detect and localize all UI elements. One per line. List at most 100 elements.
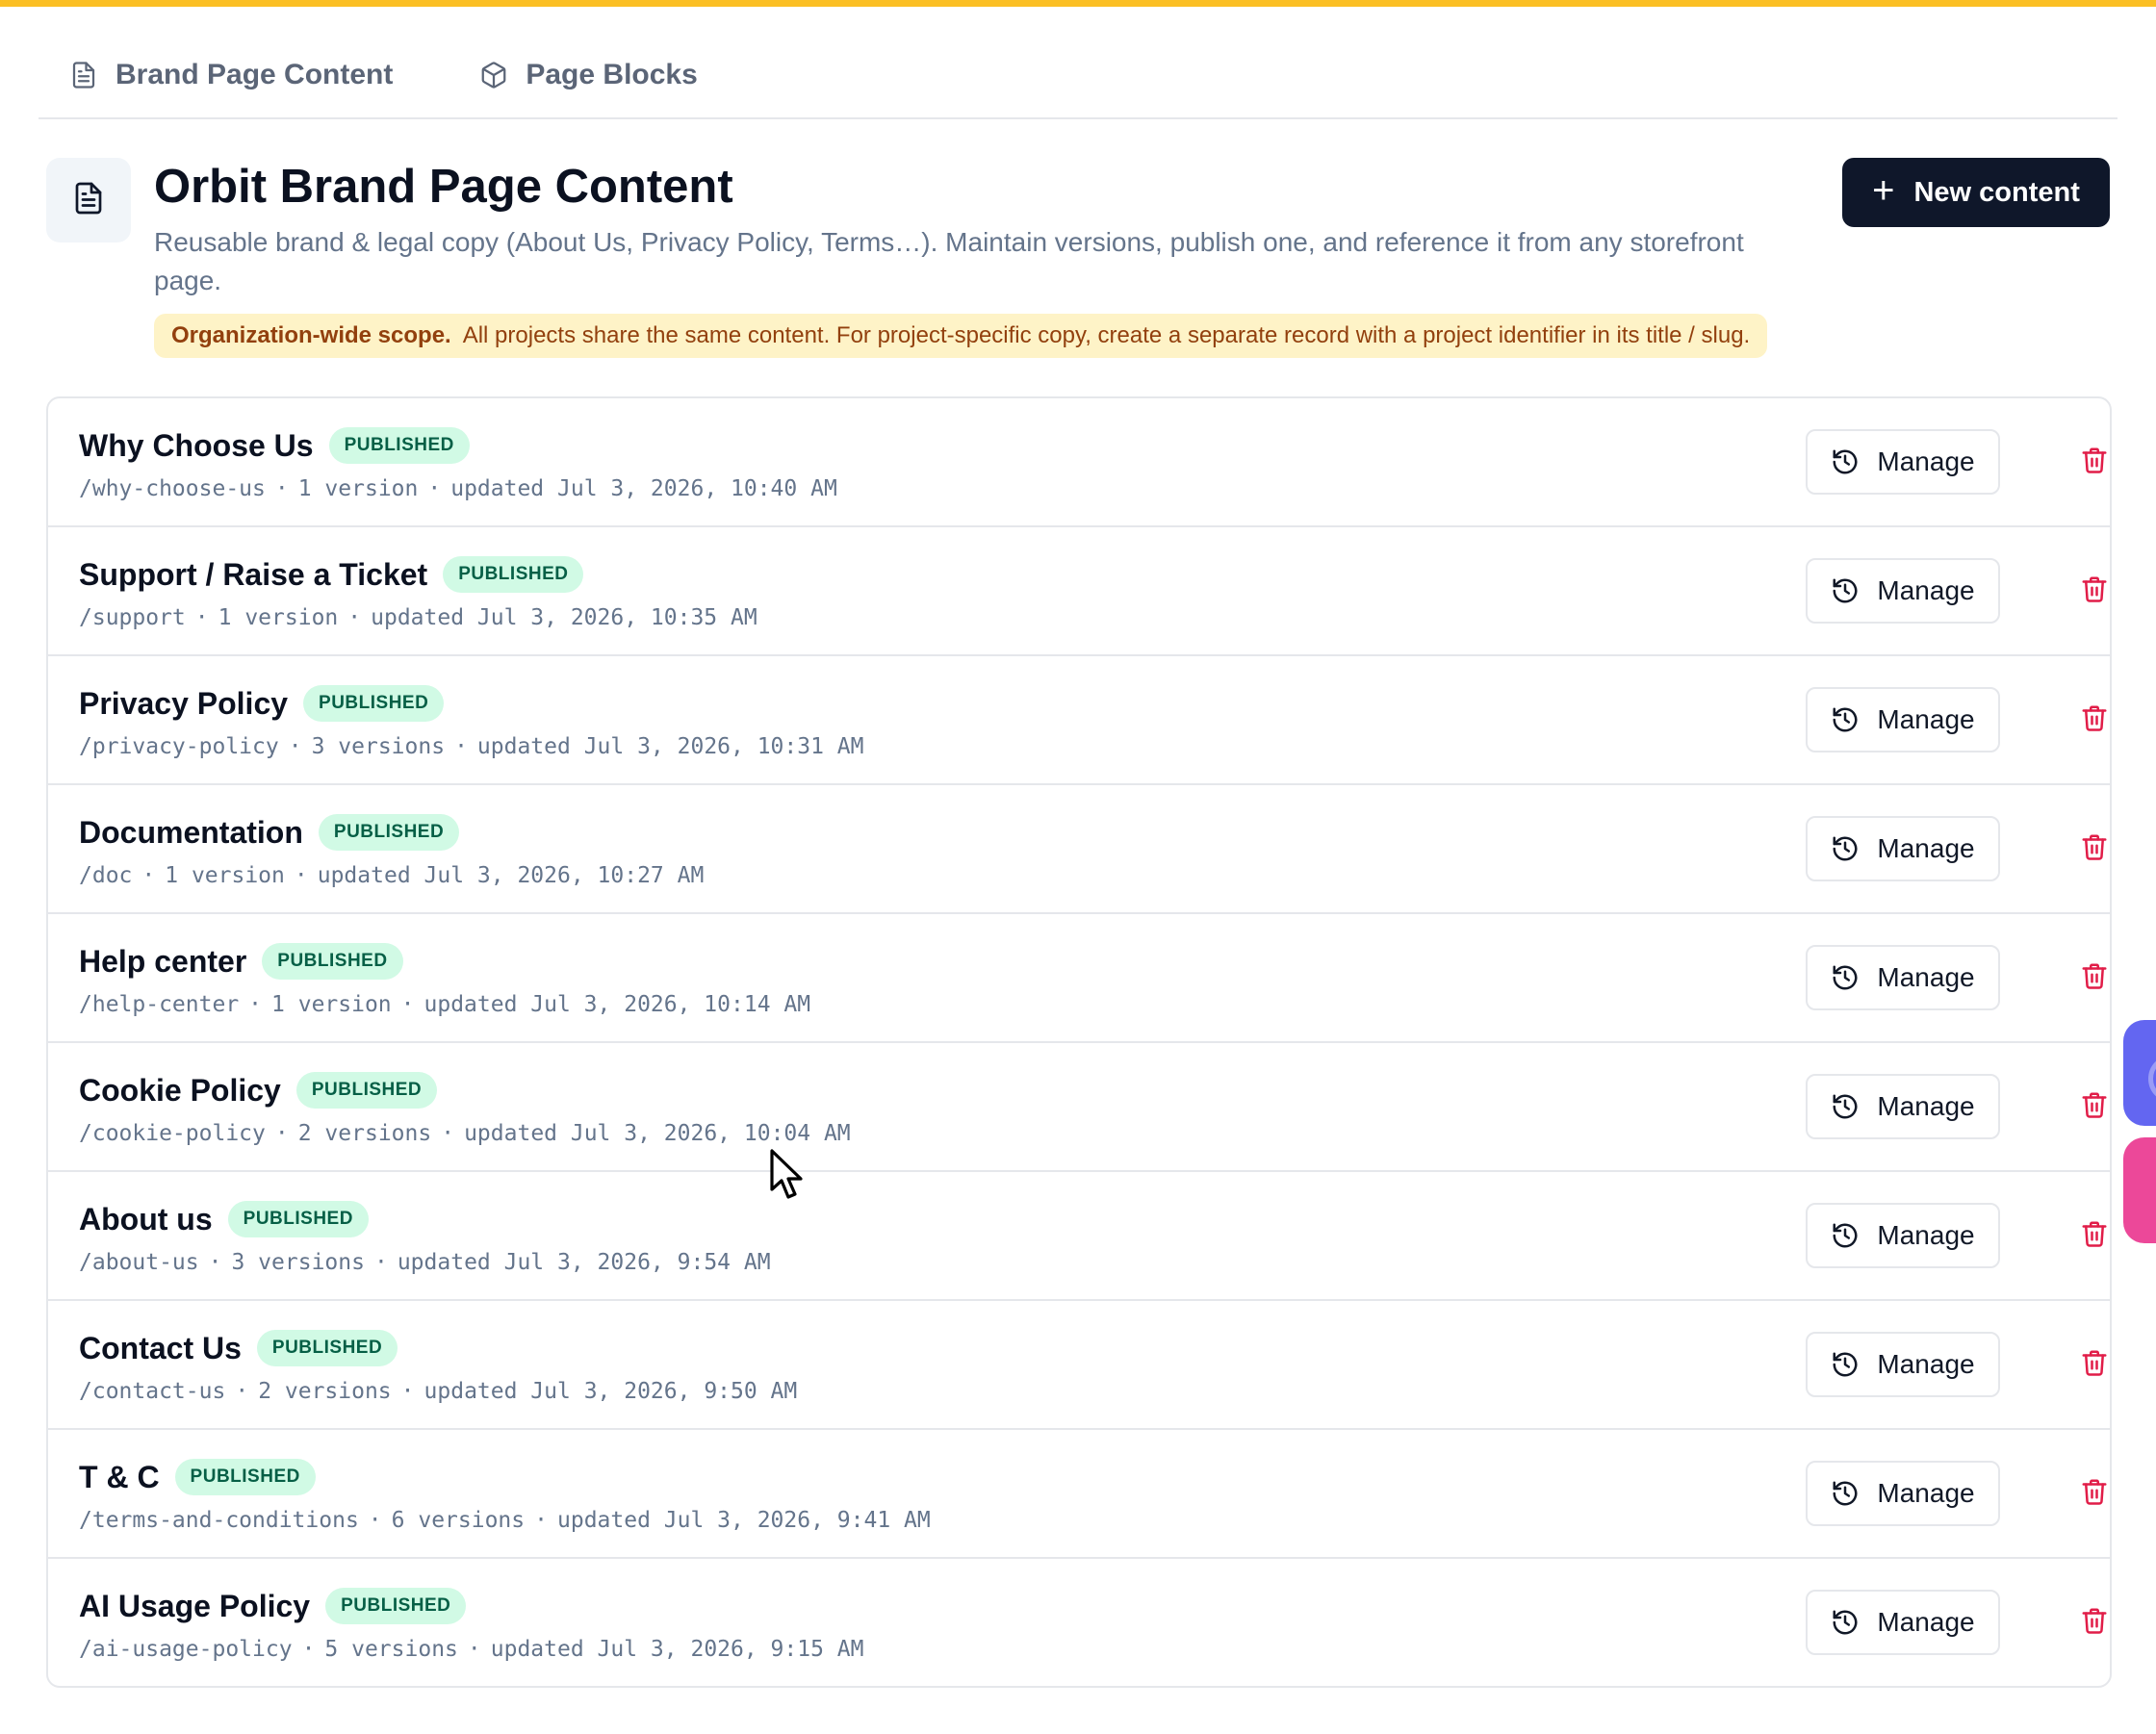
list-item-title-line: T & C PUBLISHED	[79, 1455, 316, 1499]
content-slug: /why-choose-us	[79, 476, 266, 501]
plus-icon: +	[1872, 169, 1895, 212]
meta-separator: ·	[441, 1121, 455, 1146]
scope-notice-heading: Organization-wide scope.	[171, 322, 451, 348]
version-count: 6 versions	[391, 1508, 526, 1533]
version-count: 5 versions	[324, 1637, 458, 1662]
content-title: Documentation	[79, 814, 303, 850]
floating-widget-button[interactable]	[2123, 1020, 2156, 1126]
delete-button[interactable]	[2073, 828, 2110, 870]
status-badge: PUBLISHED	[227, 1201, 369, 1237]
content-title: Cookie Policy	[79, 1072, 281, 1108]
meta-separator: ·	[400, 1379, 415, 1404]
manage-button[interactable]: Manage	[1806, 1461, 2000, 1526]
history-icon	[1831, 447, 1860, 476]
manage-button[interactable]: Manage	[1806, 1203, 2000, 1268]
delete-button[interactable]	[2073, 956, 2110, 999]
manage-button[interactable]: Manage	[1806, 558, 2000, 624]
trash-icon	[2080, 1476, 2109, 1512]
manage-button[interactable]: Manage	[1806, 687, 2000, 752]
content-slug: /cookie-policy	[79, 1121, 266, 1146]
content-slug: /doc	[79, 863, 133, 888]
delete-button[interactable]	[2073, 441, 2110, 483]
meta-separator: ·	[347, 605, 362, 630]
status-badge: PUBLISHED	[325, 1588, 467, 1624]
status-badge: PUBLISHED	[303, 685, 445, 722]
content-list: Why Choose Us PUBLISHED /why-choose-us · 1…	[46, 396, 2112, 1688]
meta-separator: ·	[301, 1637, 316, 1662]
delete-button[interactable]	[2073, 1601, 2110, 1644]
top-accent-stripe	[0, 0, 2156, 7]
meta-separator: ·	[400, 992, 415, 1017]
document-icon	[69, 61, 98, 89]
manage-button[interactable]: Manage	[1806, 1332, 2000, 1397]
updated-timestamp: updated Jul 3, 2026, 10:14 AM	[424, 992, 811, 1017]
status-badge: PUBLISHED	[174, 1459, 316, 1495]
history-icon	[1831, 1092, 1860, 1121]
meta-separator: ·	[294, 863, 308, 888]
content-title: Contact Us	[79, 1330, 242, 1365]
trash-icon	[2080, 1605, 2109, 1641]
history-icon	[1831, 576, 1860, 605]
content-meta: /contact-us · 2 versions · updated Jul 3, 20…	[79, 1376, 797, 1407]
list-item: About us PUBLISHED /about-us · 3 versions ·…	[48, 1172, 2110, 1301]
new-content-button[interactable]: + New content	[1842, 158, 2110, 227]
version-count: 3 versions	[231, 1250, 365, 1275]
status-badge: PUBLISHED	[318, 814, 460, 851]
status-badge: PUBLISHED	[262, 943, 403, 980]
updated-timestamp: updated Jul 3, 2026, 10:31 AM	[476, 734, 864, 759]
content-meta: /terms-and-conditions · 6 versions · updated…	[79, 1505, 931, 1536]
content-meta: /support · 1 version · updated Jul 3, 2026, …	[79, 602, 757, 633]
tab-brand-page-content[interactable]: Brand Page Content	[38, 48, 393, 115]
manage-button[interactable]: Manage	[1806, 816, 2000, 881]
status-badge: PUBLISHED	[328, 427, 470, 464]
meta-separator: ·	[534, 1508, 548, 1533]
content-meta: /doc · 1 version · updated Jul 3, 2026, 10:2…	[79, 860, 704, 891]
widget-icon	[2148, 1055, 2156, 1103]
delete-button[interactable]	[2073, 699, 2110, 741]
history-icon	[1831, 834, 1860, 863]
content-title: About us	[79, 1201, 213, 1237]
status-badge: PUBLISHED	[295, 1072, 438, 1109]
manage-button[interactable]: Manage	[1806, 1074, 2000, 1139]
list-item: Documentation PUBLISHED /doc · 1 version · u…	[48, 785, 2110, 914]
manage-label: Manage	[1877, 1220, 1975, 1250]
content-meta: /cookie-policy · 2 versions · updated Jul 3,…	[79, 1118, 851, 1149]
list-item: Cookie Policy PUBLISHED /cookie-policy · 2…	[48, 1043, 2110, 1172]
trash-icon	[2080, 574, 2109, 609]
content-meta: /privacy-policy · 3 versions · updated Jul 3…	[79, 731, 864, 762]
delete-button[interactable]	[2073, 1343, 2110, 1386]
list-item: Contact Us PUBLISHED /contact-us · 2 versi…	[48, 1301, 2110, 1430]
meta-separator: ·	[454, 734, 468, 759]
delete-button[interactable]	[2073, 1085, 2110, 1128]
manage-button[interactable]: Manage	[1806, 1590, 2000, 1655]
list-item-title-line: Contact Us PUBLISHED	[79, 1326, 398, 1370]
list-item: AI Usage Policy PUBLISHED /ai-usage-poli…	[48, 1559, 2110, 1686]
tab-label: Brand Page Content	[116, 59, 394, 90]
history-icon	[1831, 1479, 1860, 1508]
version-count: 1 version	[271, 992, 392, 1017]
delete-button[interactable]	[2073, 570, 2110, 612]
manage-label: Manage	[1877, 446, 1975, 476]
list-item: Privacy Policy PUBLISHED /privacy-policy…	[48, 656, 2110, 785]
manage-button[interactable]: Manage	[1806, 429, 2000, 495]
updated-timestamp: updated Jul 3, 2026, 10:35 AM	[371, 605, 757, 630]
delete-button[interactable]	[2073, 1472, 2110, 1515]
content-meta: /about-us · 3 versions · updated Jul 3, 2026…	[79, 1247, 771, 1278]
list-item-title-line: Documentation PUBLISHED	[79, 810, 460, 854]
trash-icon	[2080, 1347, 2109, 1383]
content-slug: /support	[79, 605, 186, 630]
updated-timestamp: updated Jul 3, 2026, 9:54 AM	[397, 1250, 771, 1275]
document-icon	[71, 181, 106, 220]
status-badge: PUBLISHED	[256, 1330, 398, 1366]
manage-button[interactable]: Manage	[1806, 945, 2000, 1010]
tab-page-blocks[interactable]: Page Blocks	[449, 48, 698, 115]
version-count: 2 versions	[297, 1121, 432, 1146]
floating-feedback-button[interactable]	[2123, 1137, 2156, 1243]
updated-timestamp: updated Jul 3, 2026, 10:40 AM	[450, 476, 837, 501]
history-icon	[1831, 705, 1860, 734]
content-title: T & C	[79, 1459, 160, 1494]
delete-button[interactable]	[2073, 1214, 2110, 1257]
list-item: T & C PUBLISHED /terms-and-conditions · 6 …	[48, 1430, 2110, 1559]
list-item-title-line: AI Usage Policy PUBLISHED	[79, 1584, 467, 1628]
meta-separator: ·	[208, 1250, 222, 1275]
